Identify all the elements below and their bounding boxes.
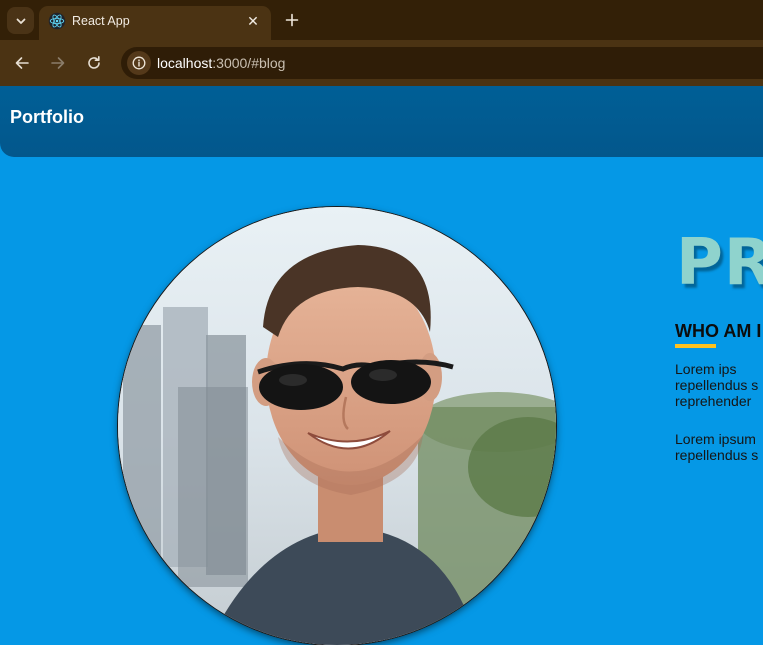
browser-tab-active[interactable]: React App ✕ <box>39 6 271 40</box>
chevron-down-icon <box>16 18 25 24</box>
plus-icon <box>285 13 299 27</box>
site-navbar: Portfolio <box>0 86 763 157</box>
about-title: WHO AM I <box>675 321 762 341</box>
url-text: localhost:3000/#blog <box>157 55 285 71</box>
reload-button[interactable] <box>83 52 105 74</box>
new-tab-button[interactable] <box>281 9 303 31</box>
browser-tab-strip: React App ✕ <box>0 0 763 40</box>
back-button[interactable] <box>11 52 33 74</box>
about-title-underline <box>675 344 716 348</box>
profile-photo <box>118 207 556 645</box>
hero-heading: PR <box>676 226 763 300</box>
tab-search-button[interactable] <box>7 7 34 34</box>
react-logo-icon <box>48 12 66 30</box>
brand-logo-text[interactable]: Portfolio <box>10 107 84 128</box>
info-icon <box>132 56 146 70</box>
site-info-button[interactable] <box>127 51 151 75</box>
url-host: localhost <box>157 55 213 71</box>
about-paragraph-1: Lorem ips repellendus s reprehender <box>675 361 759 409</box>
close-tab-icon[interactable]: ✕ <box>243 11 263 31</box>
url-path: :3000/#blog <box>212 55 286 71</box>
tab-title: React App <box>72 14 130 28</box>
arrow-right-icon <box>51 57 65 69</box>
arrow-left-icon <box>15 57 29 69</box>
address-bar[interactable]: localhost:3000/#blog <box>121 47 763 79</box>
about-paragraph-2: Lorem ipsum repellendus s <box>675 431 759 463</box>
profile-photo-image <box>118 207 556 645</box>
browser-toolbar: localhost:3000/#blog <box>0 40 763 86</box>
forward-button[interactable] <box>47 52 69 74</box>
reload-icon <box>88 56 100 69</box>
